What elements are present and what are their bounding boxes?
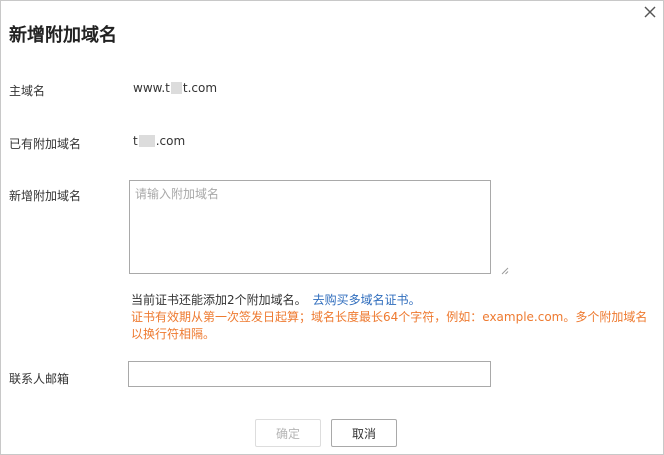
primary-domain-label: 主域名 [9,84,46,98]
quota-note: 当前证书还能添加2个附加域名。 去购买多域名证书。 [131,291,421,308]
new-domains-textarea[interactable] [129,180,491,274]
close-icon[interactable] [641,3,659,21]
contact-email-input[interactable] [128,361,491,387]
resize-grip-icon[interactable] [501,267,509,275]
validity-note-line-2: 以换行符相隔。 [131,327,216,341]
existing-domain-value: t .com [133,134,185,148]
existing-domain-suffix: .com [155,134,186,148]
new-domains-label: 新增附加域名 [9,189,82,203]
redaction-mask [138,135,155,147]
redaction-mask [170,82,182,94]
contact-email-label: 联系人邮箱 [9,372,70,386]
primary-domain-suffix: t.com [182,81,218,95]
add-domain-dialog: 新增附加域名 主域名 www.t t.com 已有附加域名 t .com 新增附加域… [0,0,664,455]
cancel-button[interactable]: 取消 [331,419,397,447]
validity-note-line-1: 证书有效期从第一次签发日起算；域名长度最长64个字符，例如：example.co… [131,310,648,324]
existing-domains-label: 已有附加域名 [9,137,82,151]
existing-domain-prefix: t [133,134,138,148]
dialog-title: 新增附加域名 [9,25,117,46]
primary-domain-prefix: www.t [133,81,170,95]
buy-certificate-link[interactable]: 去购买多域名证书。 [313,293,421,307]
confirm-button[interactable]: 确定 [255,419,321,447]
primary-domain-value: www.t t.com [133,81,217,95]
quota-text: 当前证书还能添加2个附加域名。 [131,293,307,307]
